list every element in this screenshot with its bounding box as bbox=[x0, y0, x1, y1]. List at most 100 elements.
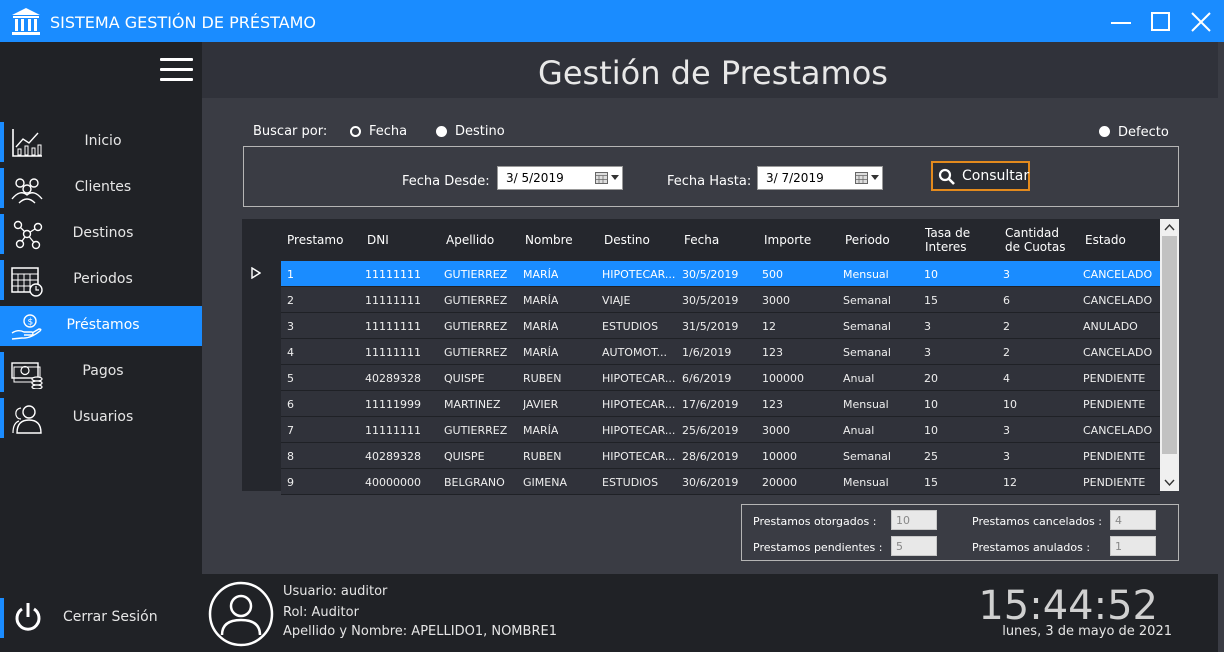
cell-fecha: 25/6/2019 bbox=[682, 424, 739, 437]
cell-nombre: MARÍA bbox=[523, 424, 559, 437]
radio-defecto[interactable] bbox=[1099, 126, 1110, 137]
sidebar-item-inicio[interactable]: Inicio bbox=[0, 122, 202, 162]
chevron-down-icon bbox=[871, 175, 879, 180]
col-prestamo[interactable]: Prestamo bbox=[287, 233, 343, 247]
calendar-icon bbox=[595, 172, 608, 184]
cell-periodo: Mensual bbox=[843, 398, 889, 411]
col-importe[interactable]: Importe bbox=[764, 233, 811, 247]
cell-cuotas: 4 bbox=[1003, 372, 1010, 385]
table-row[interactable]: 4 11111111 GUTIERREZ MARÍA AUTOMOT... 1/6/201… bbox=[281, 339, 1160, 365]
cell-apellido: MARTINEZ bbox=[444, 398, 501, 411]
to-date-label: Fecha Hasta: bbox=[667, 174, 752, 189]
sidebar-item-clientes[interactable]: Clientes bbox=[0, 168, 202, 208]
footer-bar: Usuario: auditor Rol: Auditor Apellido y… bbox=[202, 574, 1218, 652]
cell-fecha: 1/6/2019 bbox=[682, 346, 732, 359]
table-row[interactable]: 2 11111111 GUTIERREZ MARÍA VIAJE 30/5/2019 300… bbox=[281, 287, 1160, 313]
stats-panel: Prestamos otorgados : 10 Prestamos cance… bbox=[741, 504, 1179, 561]
cell-importe: 10000 bbox=[762, 450, 797, 463]
col-apellido[interactable]: Apellido bbox=[446, 233, 494, 247]
col-periodo[interactable]: Periodo bbox=[845, 233, 890, 247]
radio-fecha[interactable] bbox=[350, 126, 361, 137]
cell-dni: 40289328 bbox=[365, 372, 421, 385]
table-row[interactable]: 8 40289328 QUISPE RUBEN HIPOTECAR... 28/6/201… bbox=[281, 443, 1160, 469]
table-row[interactable]: 1 11111111 GUTIERREZ MARÍA HIPOTECAR... 30/5/… bbox=[281, 261, 1160, 287]
scrollbar-thumb[interactable] bbox=[1162, 236, 1177, 454]
cell-importe: 500 bbox=[762, 268, 783, 281]
cell-periodo: Mensual bbox=[843, 268, 889, 281]
clock-time: 15:44:52 bbox=[978, 583, 1158, 629]
cell-periodo: Semanal bbox=[843, 294, 891, 307]
sidebar-item-label: Periodos bbox=[73, 271, 133, 287]
table-row[interactable]: 3 11111111 GUTIERREZ MARÍA ESTUDIOS 31/5/2019… bbox=[281, 313, 1160, 339]
cell-importe: 123 bbox=[762, 398, 783, 411]
radio-fecha-label[interactable]: Fecha bbox=[369, 124, 407, 139]
cell-periodo: Semanal bbox=[843, 320, 891, 333]
from-date-picker[interactable]: 3/ 5/2019 bbox=[497, 166, 623, 190]
maximize-icon[interactable] bbox=[1148, 9, 1174, 35]
cell-periodo: Semanal bbox=[843, 346, 891, 359]
table-header: Prestamo DNI Apellido Nombre Destino Fec… bbox=[242, 219, 1160, 261]
table-row[interactable]: 6 11111999 MARTINEZ JAVIER HIPOTECAR... 17/6/… bbox=[281, 391, 1160, 417]
sidebar-item-label: Destinos bbox=[72, 225, 134, 241]
table-row[interactable]: 5 40289328 QUISPE RUBEN HIPOTECAR... 6/6/2019… bbox=[281, 365, 1160, 391]
col-fecha[interactable]: Fecha bbox=[684, 233, 719, 247]
cell-apellido: GUTIERREZ bbox=[444, 268, 508, 281]
cell-fecha: 30/5/2019 bbox=[682, 294, 739, 307]
row-header-column bbox=[242, 261, 281, 491]
scroll-up-icon[interactable] bbox=[1164, 223, 1175, 233]
vertical-scrollbar[interactable] bbox=[1160, 219, 1179, 491]
sidebar-item-periodos[interactable]: Periodos bbox=[0, 260, 202, 300]
radio-defecto-label[interactable]: Defecto bbox=[1118, 125, 1169, 140]
cell-fecha: 6/6/2019 bbox=[682, 372, 732, 385]
cell-importe: 123 bbox=[762, 346, 783, 359]
cell-destino: VIAJE bbox=[602, 294, 631, 307]
radio-destino[interactable] bbox=[436, 126, 447, 137]
col-cuotas[interactable]: Cantidad de Cuotas bbox=[1005, 226, 1077, 254]
col-dni[interactable]: DNI bbox=[367, 233, 389, 247]
table-row[interactable]: 9 40000000 BELGRANO GIMENA ESTUDIOS 30/6/2019… bbox=[281, 469, 1160, 495]
cell-estado: ANULADO bbox=[1083, 320, 1138, 333]
from-date-value: 3/ 5/2019 bbox=[506, 171, 564, 185]
to-date-picker[interactable]: 3/ 7/2019 bbox=[757, 166, 883, 190]
col-tasa[interactable]: Tasa de Interes bbox=[925, 226, 985, 254]
cell-cuotas: 2 bbox=[1003, 320, 1010, 333]
cell-fecha: 30/6/2019 bbox=[682, 476, 739, 489]
consultar-label: Consultar bbox=[962, 168, 1030, 184]
loans-table[interactable]: Prestamo DNI Apellido Nombre Destino Fec… bbox=[242, 219, 1179, 495]
cell-destino: AUTOMOT... bbox=[602, 346, 668, 359]
sidebar-item-usuarios[interactable]: Usuarios bbox=[0, 398, 202, 438]
app-window: SISTEMA GESTIÓN DE PRÉSTAMO Inicio Clien… bbox=[0, 0, 1224, 652]
cell-prestamo: 7 bbox=[287, 424, 294, 437]
cell-tasa: 10 bbox=[924, 398, 938, 411]
logout-button[interactable]: Cerrar Sesión bbox=[0, 596, 202, 640]
cancelados-label: Prestamos cancelados : bbox=[972, 515, 1102, 528]
pendientes-field: 5 bbox=[891, 536, 937, 556]
clock-date: lunes, 3 de mayo de 2021 bbox=[1002, 624, 1172, 639]
cell-estado: CANCELADO bbox=[1083, 424, 1153, 437]
table-row[interactable]: 7 11111111 GUTIERREZ MARÍA HIPOTECAR... 25/6/… bbox=[281, 417, 1160, 443]
radio-destino-label[interactable]: Destino bbox=[455, 124, 505, 139]
cell-estado: PENDIENTE bbox=[1083, 450, 1146, 463]
col-estado[interactable]: Estado bbox=[1085, 233, 1126, 247]
otorgados-label: Prestamos otorgados : bbox=[753, 515, 877, 528]
avatar-icon bbox=[208, 581, 274, 647]
cell-prestamo: 5 bbox=[287, 372, 294, 385]
sidebar-item-prestamos[interactable]: $ Préstamos bbox=[0, 306, 202, 346]
cell-destino: HIPOTECAR... bbox=[602, 268, 676, 281]
sidebar-item-pagos[interactable]: Pagos bbox=[0, 352, 202, 392]
minimize-icon[interactable] bbox=[1108, 9, 1134, 35]
cell-apellido: QUISPE bbox=[444, 372, 485, 385]
close-icon[interactable] bbox=[1188, 9, 1214, 35]
col-nombre[interactable]: Nombre bbox=[525, 233, 573, 247]
cell-fecha: 31/5/2019 bbox=[682, 320, 739, 333]
consultar-button[interactable]: Consultar bbox=[931, 161, 1030, 191]
cell-dni: 11111999 bbox=[365, 398, 421, 411]
sidebar-item-destinos[interactable]: Destinos bbox=[0, 214, 202, 254]
col-destino[interactable]: Destino bbox=[604, 233, 650, 247]
scroll-down-icon[interactable] bbox=[1164, 477, 1175, 487]
cell-nombre: MARÍA bbox=[523, 294, 559, 307]
hamburger-menu-icon[interactable] bbox=[160, 58, 193, 82]
cell-destino: HIPOTECAR... bbox=[602, 424, 676, 437]
sidebar-item-label: Usuarios bbox=[72, 409, 134, 425]
cell-nombre: JAVIER bbox=[523, 398, 559, 411]
